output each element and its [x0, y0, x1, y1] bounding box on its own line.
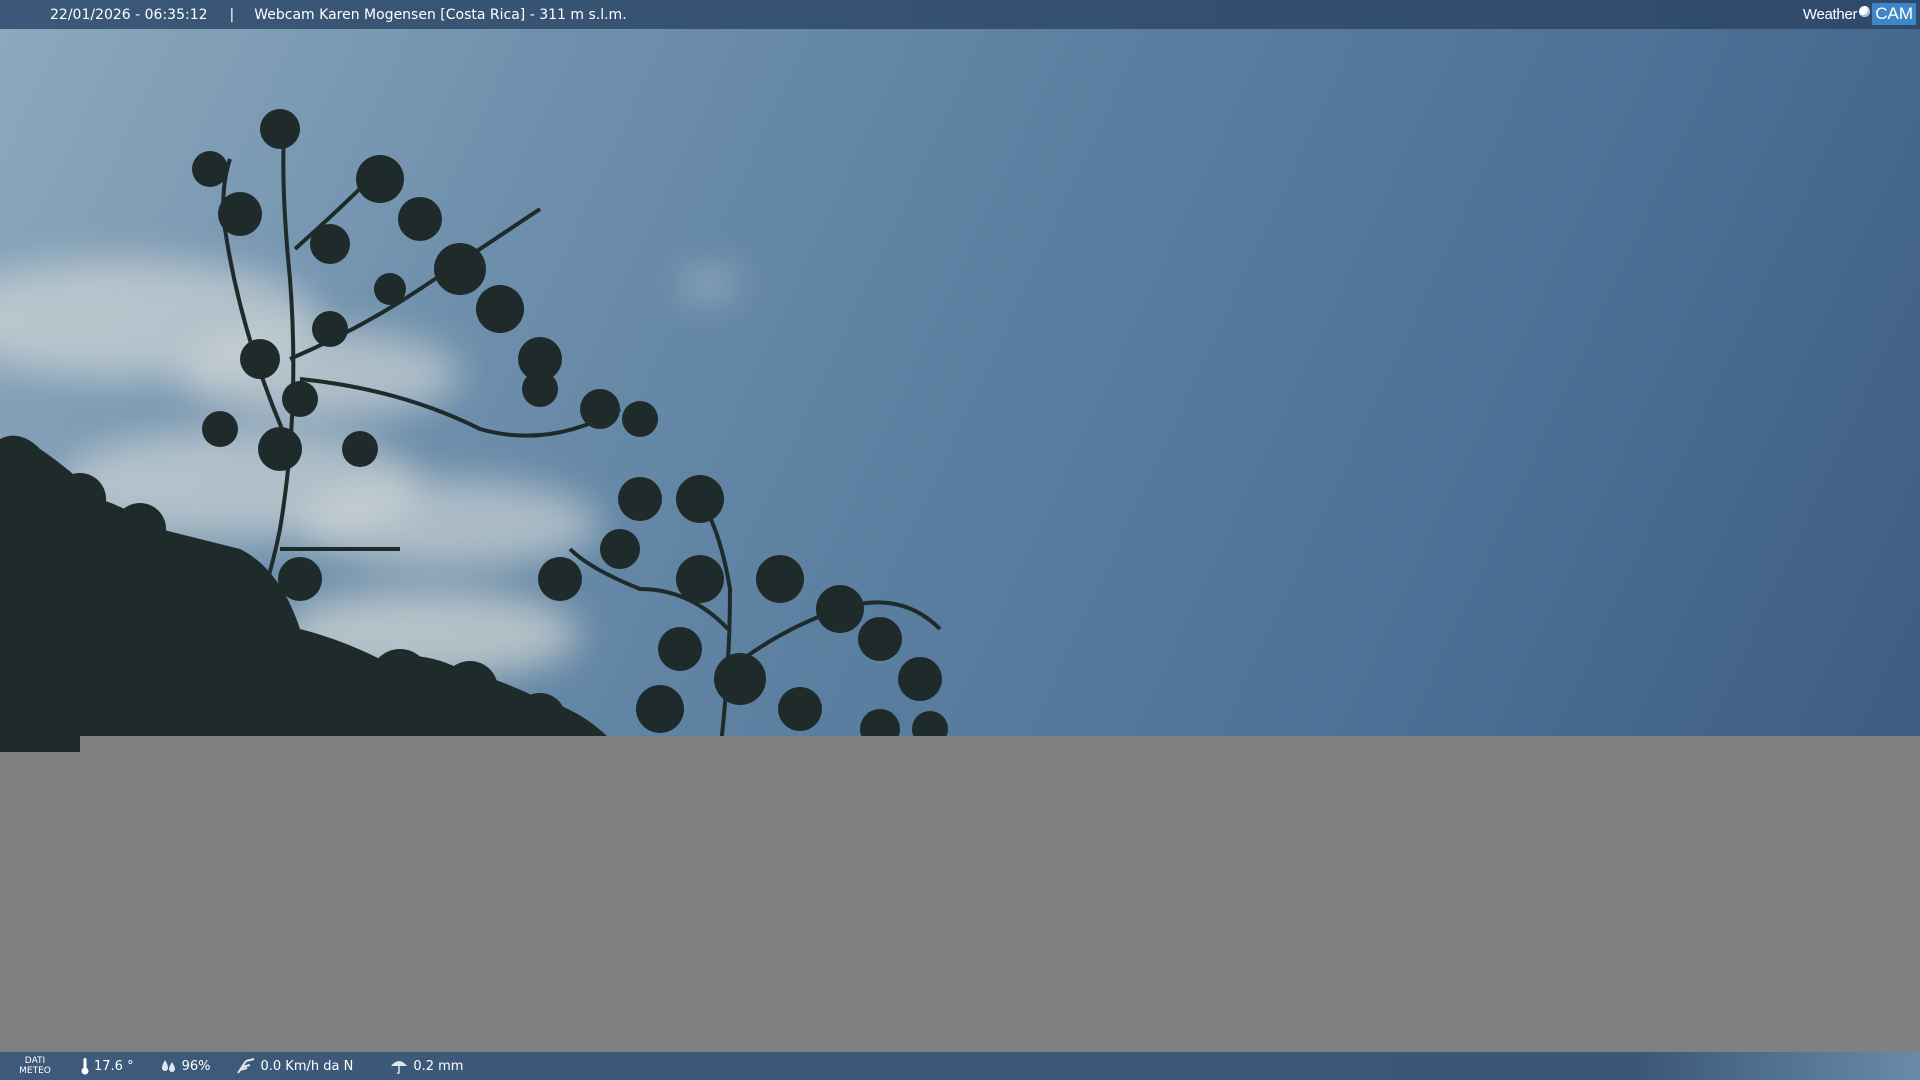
timestamp: 22/01/2026 - 06:35:12	[50, 6, 208, 23]
dati-label-line2: METEO	[19, 1066, 51, 1076]
rain-value: 0.2 mm	[413, 1058, 464, 1074]
dati-label-line1: DATI	[24, 1056, 46, 1066]
temperature-value: 17.6 °	[94, 1058, 134, 1074]
weathercam-logo: Weather CAM	[1803, 3, 1916, 25]
privacy-mask	[80, 736, 1920, 1052]
privacy-mask-left	[0, 752, 80, 1052]
humidity-reading: 96%	[160, 1058, 211, 1074]
temperature-reading: 17.6 °	[80, 1057, 134, 1075]
top-info-bar: 22/01/2026 - 06:35:12 | Webcam Karen Mog…	[0, 0, 1920, 29]
webcam-title: Webcam Karen Mogensen [Costa Rica] - 311…	[254, 6, 627, 23]
wind-value: 0.0 Km/h da N	[260, 1058, 354, 1074]
header-separator: |	[229, 6, 235, 23]
tree-silhouettes	[0, 109, 948, 753]
thermometer-icon	[81, 1058, 89, 1075]
rain-reading: 0.2 mm	[389, 1057, 463, 1075]
humidity-value: 96%	[181, 1058, 211, 1074]
logo-cam-text: CAM	[1872, 3, 1916, 25]
wind-reading: 0.0 Km/h da N	[236, 1057, 353, 1075]
webcam-image	[0, 29, 1920, 753]
dati-meteo-label: DATI METEO	[0, 1056, 70, 1076]
rain-umbrella-icon	[391, 1061, 408, 1075]
wind-icon	[237, 1058, 255, 1074]
logo-weather-text: Weather	[1802, 5, 1858, 23]
weather-data-bar: DATI METEO 17.6 ° 96% 0.0 Km/h da N 0.2 …	[0, 1052, 1920, 1080]
humidity-drops-icon	[161, 1060, 175, 1072]
logo-globe-icon	[1859, 5, 1871, 17]
